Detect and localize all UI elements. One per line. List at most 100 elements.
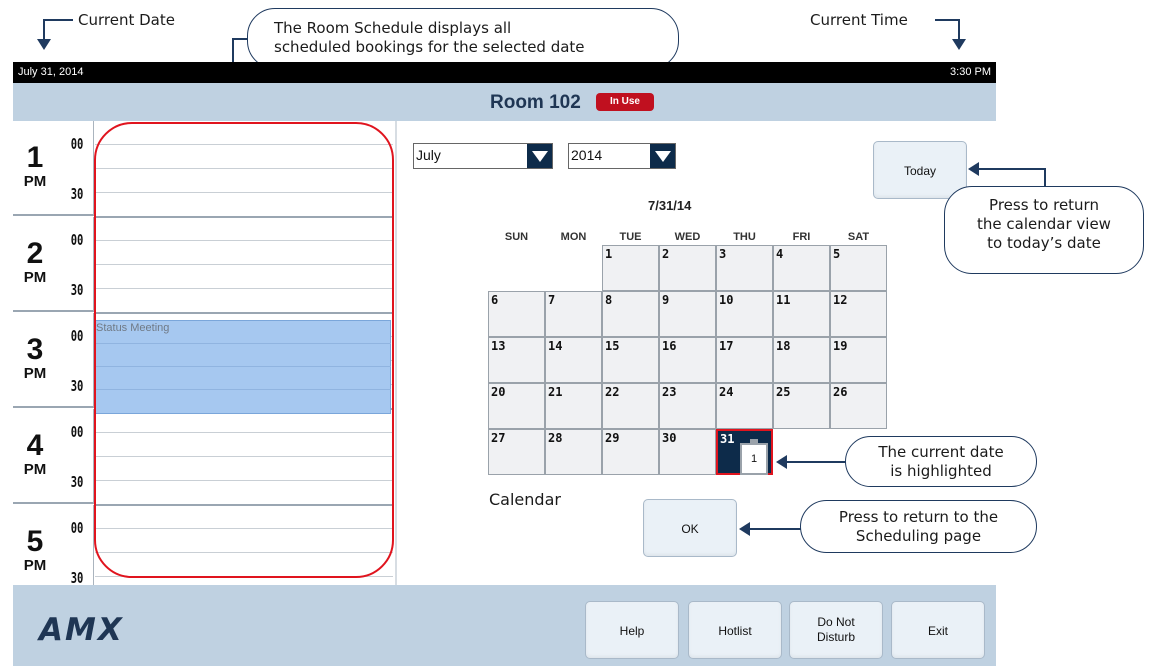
calendar-day[interactable]: 29 — [602, 429, 659, 475]
calendar-day[interactable]: 5 — [830, 245, 887, 291]
calendar-day[interactable]: 13 — [488, 337, 545, 383]
date-annotation-line-h — [43, 19, 73, 21]
highlight-annotation-line2: is highlighted — [890, 462, 992, 480]
hour-ampm: PM — [23, 173, 47, 190]
do-not-disturb-button[interactable]: Do Not Disturb — [789, 601, 883, 659]
hour-number: 5 — [26, 525, 44, 558]
calendar-day[interactable]: 21 — [545, 383, 602, 429]
calendar-day-number: 15 — [605, 339, 620, 353]
calendar-day[interactable]: 22 — [602, 383, 659, 429]
month-select[interactable]: July — [413, 143, 553, 169]
schedule-annotation-line-h — [232, 38, 248, 40]
calendar-day-number: 4 — [776, 247, 784, 261]
year-select[interactable]: 2014 — [568, 143, 676, 169]
help-button[interactable]: Help — [585, 601, 679, 659]
calendar-day[interactable]: 8 — [602, 291, 659, 337]
ok-annotation-bubble: Press to return to the Scheduling page — [800, 500, 1037, 553]
schedule-highlight-oval — [94, 122, 394, 578]
calendar-day[interactable]: 19 — [830, 337, 887, 383]
calendar-day-number: 13 — [491, 339, 506, 353]
today-annotation-line1: Press to return — [989, 196, 1099, 214]
calendar-day[interactable]: 3 — [716, 245, 773, 291]
ok-annotation-line1: Press to return to the — [838, 508, 999, 526]
highlight-annotation-line1: The current date — [878, 443, 1004, 461]
status-date: July 31, 2014 — [18, 66, 84, 78]
calendar-day-number: 20 — [491, 385, 506, 399]
hour-number: 4 — [26, 429, 44, 462]
calendar-day[interactable]: 9 — [659, 291, 716, 337]
calendar-day[interactable]: 24 — [716, 383, 773, 429]
time-annotation-line-v — [958, 19, 960, 40]
amx-logo: AMX — [39, 612, 124, 648]
year-value: 2014 — [571, 147, 603, 163]
dow-label: WED — [674, 231, 701, 243]
status-time: 3:30 PM — [950, 66, 991, 78]
calendar-day-number: 12 — [833, 293, 848, 307]
schedule-annotation-line2: scheduled bookings for the selected date — [274, 38, 585, 56]
calendar-day[interactable]: 27 — [488, 429, 545, 475]
calendar-day-number: 18 — [776, 339, 791, 353]
calendar-day-number: 8 — [605, 293, 613, 307]
current-date-label: Current Date — [78, 11, 175, 29]
calendar-day[interactable]: 15 — [602, 337, 659, 383]
calendar-day[interactable]: 10 — [716, 291, 773, 337]
calendar-day-number: 9 — [662, 293, 670, 307]
calendar-day[interactable]: 30 — [659, 429, 716, 475]
calendar-day-number: 19 — [833, 339, 848, 353]
calendar-day[interactable]: 16 — [659, 337, 716, 383]
calendar-day-number: 27 — [491, 431, 506, 445]
hotlist-button-label: Hotlist — [718, 624, 752, 638]
do-not-disturb-button-label: Do Not Disturb — [816, 615, 855, 644]
hotlist-button[interactable]: Hotlist — [688, 601, 782, 659]
calendar-day-number: 26 — [833, 385, 848, 399]
exit-button[interactable]: Exit — [891, 601, 985, 659]
calendar-day[interactable]: 4 — [773, 245, 830, 291]
time-annotation-line-h — [935, 19, 960, 21]
calendar-day-number: 5 — [833, 247, 841, 261]
calendar-day-number: 10 — [719, 293, 734, 307]
in-use-badge: In Use — [596, 93, 654, 111]
today-button[interactable]: Today — [873, 141, 967, 199]
minute-30: 30 — [70, 473, 84, 491]
calendar-day[interactable]: 20 — [488, 383, 545, 429]
hour-label: 1 PM 00 30 — [13, 121, 94, 216]
room-header: Room 102 In Use — [13, 83, 996, 121]
selected-date: 7/31/14 — [648, 198, 692, 213]
calendar-day[interactable]: 7 — [545, 291, 602, 337]
calendar-day[interactable]: 12 — [830, 291, 887, 337]
calendar-day-number: 30 — [662, 431, 677, 445]
today-annotation-line-h — [978, 168, 1046, 170]
today-button-label: Today — [903, 164, 937, 178]
calendar-day[interactable]: 17 — [716, 337, 773, 383]
hour-ampm: PM — [23, 365, 47, 382]
ok-annotation-line2: Scheduling page — [855, 527, 982, 545]
calendar-day[interactable]: 23 — [659, 383, 716, 429]
today-annotation-line2: the calendar view — [977, 215, 1111, 233]
minute-00: 00 — [70, 135, 84, 153]
calendar-day[interactable]: 6 — [488, 291, 545, 337]
calendar-day[interactable]: 2 — [659, 245, 716, 291]
calendar-day[interactable]: 11 — [773, 291, 830, 337]
ok-button[interactable]: OK — [643, 499, 737, 557]
hour-number: 2 — [26, 237, 44, 270]
dropdown-arrow-icon — [650, 144, 675, 168]
calendar-day[interactable]: 25 — [773, 383, 830, 429]
hour-number: 3 — [26, 333, 44, 366]
calendar-day[interactable]: 18 — [773, 337, 830, 383]
calendar-day-number: 21 — [548, 385, 563, 399]
hour-label: 2 PM 00 30 — [13, 217, 94, 312]
minute-30: 30 — [70, 377, 84, 395]
calendar-day-number: 14 — [548, 339, 563, 353]
calendar-day[interactable]: 28 — [545, 429, 602, 475]
calendar-day[interactable]: 14 — [545, 337, 602, 383]
hour-ampm: PM — [23, 557, 47, 574]
dow-label: SAT — [847, 231, 870, 243]
calendar-day-today[interactable]: 31 1 — [716, 429, 773, 475]
minute-30: 30 — [70, 569, 84, 585]
calendar-day-number: 31 — [720, 432, 735, 446]
hour-number: 1 — [26, 141, 44, 174]
minute-00: 00 — [70, 231, 84, 249]
calendar-day[interactable]: 1 — [602, 245, 659, 291]
calendar-day[interactable]: 26 — [830, 383, 887, 429]
calendar-day-number: 11 — [776, 293, 791, 307]
